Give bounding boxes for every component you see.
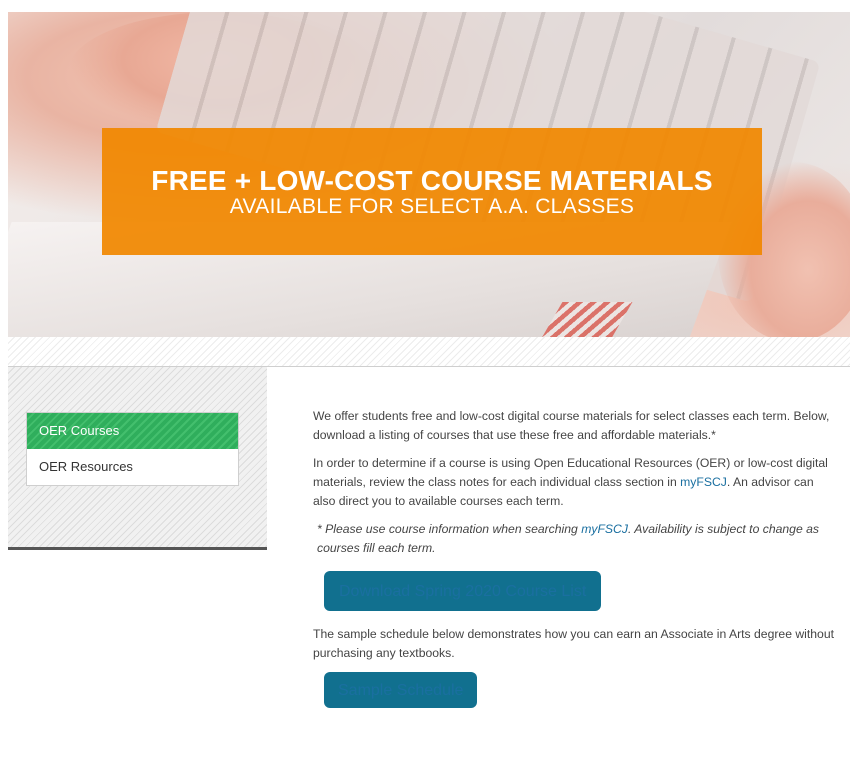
download-course-list-button[interactable]: Download Spring 2020 Course List [324, 571, 602, 611]
note-myfscj-link[interactable]: myFSCJ [581, 522, 628, 536]
sample-paragraph: The sample schedule below demonstrates h… [313, 627, 834, 660]
sidebar-item-oer-resources[interactable]: OER Resources [27, 449, 238, 485]
section-divider [8, 337, 850, 367]
hero-subtitle: AVAILABLE FOR SELECT A.A. CLASSES [229, 194, 635, 218]
hero-title-box: FREE + LOW-COST COURSE MATERIALS AVAILAB… [102, 128, 762, 255]
intro-paragraph: We offer students free and low-cost digi… [313, 409, 830, 442]
determine-paragraph: In order to determine if a course is usi… [313, 454, 835, 511]
myfscj-link[interactable]: myFSCJ [680, 475, 727, 489]
main-content: We offer students free and low-cost digi… [313, 407, 835, 722]
sidebar-item-oer-courses[interactable]: OER Courses [27, 413, 238, 449]
note-paragraph: * Please use course information when sea… [313, 520, 835, 558]
hero-title: FREE + LOW-COST COURSE MATERIALS [151, 164, 713, 196]
sample-schedule-button[interactable]: Sample Schedule [324, 672, 478, 708]
sidebar-nav: OER Courses OER Resources [26, 412, 239, 486]
sidebar: OER Courses OER Resources [8, 367, 267, 550]
note-text-pre: * Please use course information when sea… [317, 522, 582, 536]
